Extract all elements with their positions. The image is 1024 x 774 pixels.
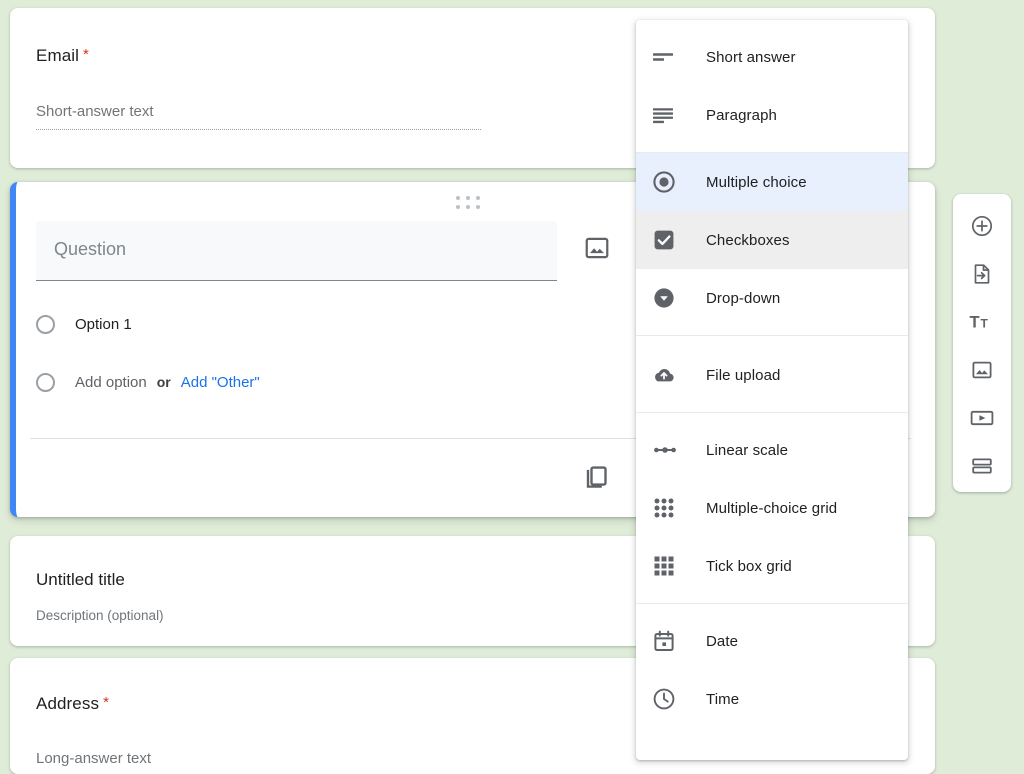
menu-item-multiple-choice-grid[interactable]: Multiple-choice grid — [636, 479, 908, 537]
paragraph-icon — [652, 104, 692, 126]
menu-group-padding — [636, 604, 908, 612]
checkbox-grid-icon — [652, 554, 692, 578]
menu-item-file-upload[interactable]: File upload — [636, 346, 908, 404]
import-file-icon — [974, 264, 990, 284]
add-option-row[interactable]: Add option or Add "Other" — [36, 369, 260, 395]
linear-scale-icon — [652, 439, 692, 461]
drag-handle[interactable] — [456, 196, 482, 210]
menu-item-checkboxes[interactable]: Checkboxes — [636, 211, 908, 269]
question-input[interactable]: Question — [36, 221, 557, 281]
menu-item-tick-box-grid[interactable]: Tick box grid — [636, 537, 908, 595]
dropdown-circle-icon — [652, 286, 692, 310]
section-icon — [972, 458, 992, 474]
google-forms-editor: Email * Short-answer text Question Option… — [0, 0, 1024, 774]
add-video-button[interactable] — [959, 394, 1005, 442]
question-title-text: Address — [36, 694, 100, 713]
drag-dot — [466, 204, 470, 209]
menu-item-label: File upload — [706, 366, 781, 384]
menu-item-label: Checkboxes — [706, 231, 790, 249]
menu-group-padding — [636, 413, 908, 421]
question-title-address: Address * — [36, 694, 109, 714]
menu-item-label: Time — [706, 690, 740, 708]
add-image-button[interactable] — [959, 346, 1005, 394]
menu-group-padding — [636, 144, 908, 152]
answer-hint-address: Long-answer text — [36, 750, 152, 767]
svg-text:T: T — [981, 317, 989, 331]
question-title-text: Email — [36, 46, 80, 65]
option-label: Option 1 — [75, 315, 132, 333]
drag-dot — [456, 204, 460, 209]
drag-dot — [476, 196, 480, 200]
option-row-1[interactable]: Option 1 — [36, 311, 132, 337]
image-icon[interactable] — [583, 234, 611, 262]
menu-top-padding — [636, 20, 908, 28]
question-title-email: Email * — [36, 46, 89, 66]
menu-group-padding — [636, 404, 908, 412]
drag-dot — [456, 196, 460, 200]
drag-dot — [476, 204, 480, 209]
menu-item-label: Paragraph — [706, 106, 777, 124]
section-title: Untitled title — [36, 570, 125, 589]
drag-dot — [466, 196, 470, 200]
menu-group-padding — [636, 595, 908, 603]
menu-item-time[interactable]: Time — [636, 670, 908, 728]
menu-item-label: Multiple choice — [706, 173, 807, 191]
question-actions-toolbar: T T — [953, 194, 1011, 492]
cloud-upload-icon — [652, 363, 692, 387]
radio-button-icon — [652, 170, 692, 194]
video-icon — [970, 410, 994, 426]
question-placeholder: Question — [54, 239, 127, 259]
menu-item-label: Short answer — [706, 48, 796, 66]
or-label: or — [156, 374, 171, 390]
add-other-button[interactable]: Add "Other" — [181, 374, 260, 391]
radio-button-icon — [36, 314, 55, 334]
radio-grid-icon — [652, 496, 692, 520]
menu-item-label: Multiple-choice grid — [706, 499, 838, 517]
menu-divider — [636, 335, 908, 336]
menu-item-drop-down[interactable]: Drop-down — [636, 269, 908, 327]
answer-underline — [36, 129, 481, 130]
add-option-button[interactable]: Add option — [75, 374, 147, 391]
title-text-icon: T T — [970, 314, 989, 332]
required-star: * — [103, 694, 110, 711]
menu-item-multiple-choice[interactable]: Multiple choice — [636, 153, 908, 211]
short-answer-icon — [652, 46, 692, 68]
menu-item-label: Tick box grid — [706, 557, 792, 575]
menu-group-padding — [636, 327, 908, 335]
calendar-icon — [652, 629, 692, 653]
clock-icon — [652, 687, 692, 711]
image-icon — [972, 361, 992, 379]
menu-item-short-answer[interactable]: Short answer — [636, 28, 908, 86]
question-type-menu[interactable]: Short answer Paragraph Multiple choice C… — [636, 20, 908, 760]
menu-item-label: Drop-down — [706, 289, 781, 307]
menu-item-paragraph[interactable]: Paragraph — [636, 86, 908, 144]
menu-item-linear-scale[interactable]: Linear scale — [636, 421, 908, 479]
menu-item-date[interactable]: Date — [636, 612, 908, 670]
add-question-button[interactable] — [959, 202, 1005, 250]
menu-item-label: Date — [706, 632, 739, 650]
duplicate-icon[interactable] — [581, 462, 611, 492]
radio-button-icon — [36, 372, 55, 392]
section-description: Description (optional) — [36, 608, 164, 623]
add-title-button[interactable]: T T — [959, 298, 1005, 346]
checkbox-icon — [652, 228, 692, 252]
import-questions-button[interactable] — [959, 250, 1005, 298]
menu-item-label: Linear scale — [706, 441, 789, 459]
required-star: * — [83, 46, 89, 63]
svg-text:T: T — [970, 314, 980, 332]
plus-circle-icon — [971, 215, 993, 237]
answer-hint-email: Short-answer text — [36, 103, 154, 120]
add-section-button[interactable] — [959, 442, 1005, 490]
